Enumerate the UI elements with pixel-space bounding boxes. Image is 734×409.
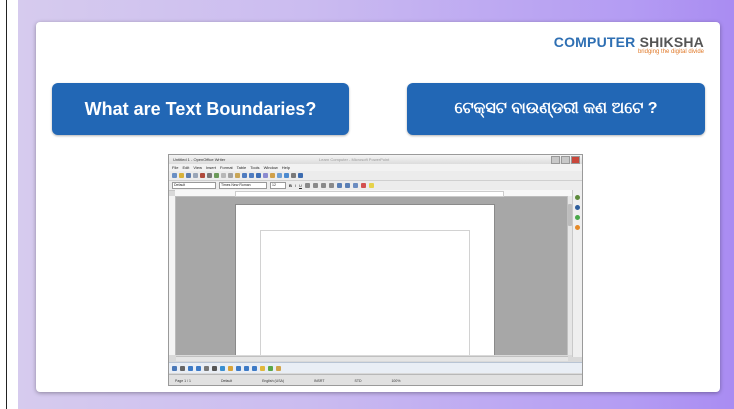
writer-statusbar: Page 1 / 1 Default English (USA) INSRT S… (169, 374, 582, 385)
writer-titlebar: Untitled 1 - OpenOffice Writer Learn Com… (169, 155, 582, 164)
italic-button[interactable]: I (295, 183, 296, 188)
new-document-icon[interactable] (172, 173, 177, 178)
ellipse-icon[interactable] (196, 365, 201, 371)
spellcheck-icon[interactable] (214, 173, 219, 178)
copy-icon[interactable] (228, 173, 233, 178)
menu-window[interactable]: Window (264, 165, 278, 170)
underline-button[interactable]: U (299, 183, 302, 188)
flowchart-icon[interactable] (244, 365, 249, 371)
menu-table[interactable]: Table (237, 165, 247, 170)
basic-shapes-icon[interactable] (220, 365, 225, 371)
menu-edit[interactable]: Edit (182, 165, 189, 170)
menu-tools[interactable]: Tools (250, 165, 259, 170)
left-border-line (6, 0, 7, 409)
block-arrows-icon[interactable] (236, 365, 241, 371)
numbering-icon[interactable] (336, 183, 342, 188)
writer-window-title-center: Learn Computer - Microsoft PowerPoint (319, 157, 390, 162)
find-icon[interactable] (277, 173, 282, 178)
redo-icon[interactable] (249, 173, 254, 178)
symbol-shapes-icon[interactable] (228, 365, 233, 371)
logo-name-sub: SHIKSHA (639, 34, 704, 50)
heading-english: What are Text Boundaries? (52, 83, 349, 135)
text-boundary (260, 230, 470, 355)
menu-file[interactable]: File (172, 165, 178, 170)
font-size-select[interactable]: 12 (270, 182, 286, 189)
text-tool-icon[interactable] (212, 365, 217, 371)
status-style: Default (220, 378, 233, 383)
navigator-icon[interactable] (284, 173, 289, 178)
functions-icon[interactable] (575, 225, 580, 230)
vertical-ruler (169, 196, 176, 355)
print-icon[interactable] (207, 173, 212, 178)
align-left-icon[interactable] (304, 183, 310, 188)
stars-icon[interactable] (260, 365, 265, 371)
font-name-select[interactable]: Times New Roman (219, 182, 267, 189)
help-icon[interactable] (298, 173, 303, 178)
minimize-icon[interactable] (551, 156, 560, 164)
horizontal-scrollbar[interactable] (176, 356, 568, 361)
hyperlink-icon[interactable] (256, 173, 261, 178)
writer-screenshot: Untitled 1 - OpenOffice Writer Learn Com… (168, 154, 583, 386)
highlight-icon[interactable] (368, 183, 374, 188)
horizontal-ruler (175, 190, 574, 197)
fontwork-icon[interactable] (268, 365, 273, 371)
indent-icon[interactable] (352, 183, 358, 188)
pdf-export-icon[interactable] (200, 173, 205, 178)
select-icon[interactable] (172, 365, 177, 371)
status-language: English (USA) (262, 378, 285, 383)
writer-menubar: File Edit View Insert Format Table Tools… (169, 164, 582, 171)
rectangle-icon[interactable] (188, 365, 193, 371)
menu-view[interactable]: View (193, 165, 202, 170)
font-color-icon[interactable] (360, 183, 366, 188)
paragraph-style-select[interactable]: Default (172, 182, 216, 189)
status-page: Page 1 / 1 (175, 378, 191, 383)
computer-shiksha-logo: COMPUTER SHIKSHA bridging the digital di… (554, 34, 704, 55)
justify-icon[interactable] (328, 183, 334, 188)
logo-title: COMPUTER SHIKSHA (554, 34, 704, 50)
table-icon[interactable] (263, 173, 268, 178)
document-page[interactable] (235, 204, 495, 355)
status-insert-mode: INSRT (314, 378, 325, 383)
paste-icon[interactable] (235, 173, 240, 178)
status-selection-mode: STD (354, 378, 362, 383)
open-folder-icon[interactable] (179, 173, 184, 178)
status-zoom[interactable]: 100% (391, 379, 400, 383)
close-icon[interactable] (571, 156, 580, 164)
gallery-icon[interactable] (575, 195, 580, 200)
menu-help[interactable]: Help (282, 165, 290, 170)
line-icon[interactable] (180, 365, 185, 371)
maximize-icon[interactable] (561, 156, 570, 164)
align-right-icon[interactable] (320, 183, 326, 188)
cut-icon[interactable] (221, 173, 226, 178)
logo-name-main: COMPUTER (553, 34, 636, 50)
document-workspace (176, 197, 568, 355)
callouts-icon[interactable] (252, 365, 257, 371)
window-controls (551, 156, 580, 164)
email-icon[interactable] (193, 173, 198, 178)
menu-format[interactable]: Format (220, 165, 233, 170)
align-center-icon[interactable] (312, 183, 318, 188)
heading-odia: ଟେକ୍ସଟ ବାଉଣ୍ଡରୀ କଣ ଅଟେ ? (407, 83, 705, 135)
undo-icon[interactable] (242, 173, 247, 178)
from-file-icon[interactable] (276, 365, 281, 371)
navigator-side-icon[interactable] (575, 205, 580, 210)
writer-window-title: Untitled 1 - OpenOffice Writer (173, 157, 226, 162)
save-icon[interactable] (186, 173, 191, 178)
bullets-icon[interactable] (344, 183, 350, 188)
freeform-icon[interactable] (204, 365, 209, 371)
menu-insert[interactable]: Insert (206, 165, 216, 170)
zoom-icon[interactable] (291, 173, 296, 178)
show-draw-icon[interactable] (270, 173, 275, 178)
slide-card: COMPUTER SHIKSHA bridging the digital di… (36, 22, 720, 392)
standard-toolbar (169, 171, 582, 181)
drawing-toolbar (169, 362, 582, 373)
data-sources-icon[interactable] (575, 215, 580, 220)
bold-button[interactable]: B (289, 183, 292, 188)
sidebar-tools (572, 190, 582, 357)
